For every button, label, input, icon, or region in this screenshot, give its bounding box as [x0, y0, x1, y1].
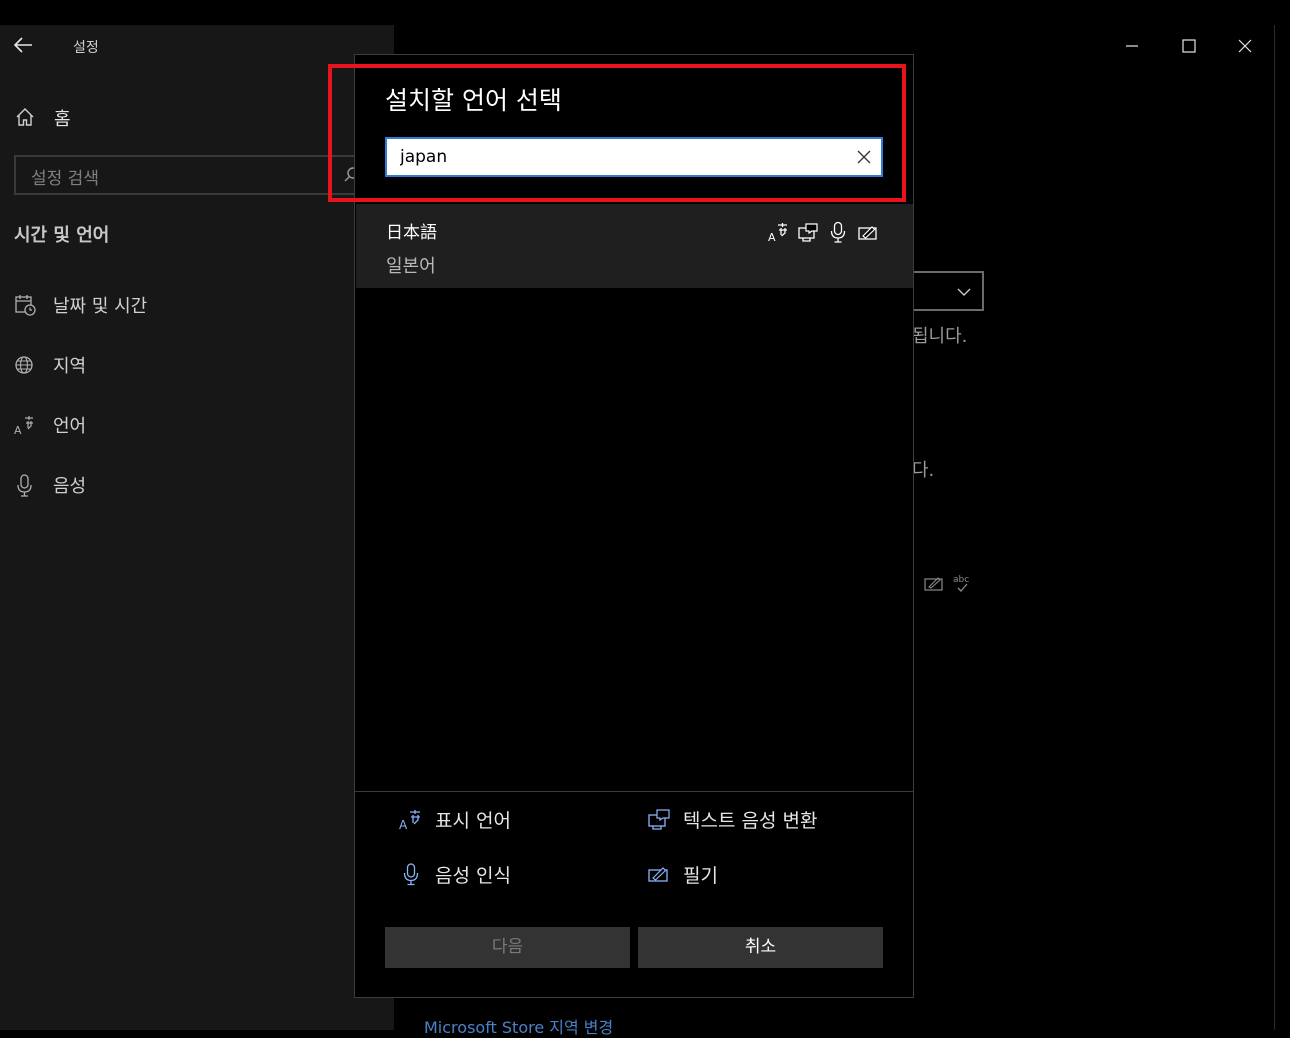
legend-label: 텍스트 음성 변환: [683, 810, 818, 832]
svg-text:A: A: [14, 424, 22, 437]
language-search-box[interactable]: [385, 137, 883, 177]
close-icon: [1238, 39, 1252, 53]
microphone-icon: [17, 474, 32, 497]
language-search-input[interactable]: [400, 145, 840, 169]
display-language-icon: A: [399, 810, 420, 831]
minimize-icon: [1126, 45, 1138, 47]
back-arrow-icon: [13, 37, 32, 53]
app-title: 설정: [73, 40, 99, 56]
legend-divider: [355, 791, 913, 792]
legend-label: 음성 인식: [435, 865, 511, 887]
clear-icon[interactable]: [857, 150, 871, 164]
language-icon: A: [14, 416, 33, 437]
background-text: 됩니다.: [912, 326, 968, 347]
sidebar-item-date-time[interactable]: 날짜 및 시간: [14, 291, 374, 321]
store-region-link[interactable]: Microsoft Store 지역 변경: [424, 1014, 613, 1038]
sidebar-item-label: 언어: [53, 416, 87, 437]
sidebar-item-language[interactable]: A 언어: [14, 411, 374, 441]
window-border: [1274, 25, 1275, 1030]
text-to-speech-icon: [798, 223, 818, 242]
maximize-button[interactable]: [1175, 33, 1203, 59]
calendar-clock-icon: [15, 295, 36, 316]
background-text: 다.: [912, 460, 935, 481]
section-title: 시간 및 언어: [14, 225, 110, 246]
dialog-title: 설치할 언어 선택: [385, 86, 562, 115]
home-label: 홈: [54, 109, 71, 130]
sidebar-item-label: 날짜 및 시간: [53, 296, 148, 317]
speech-recognition-icon: [403, 863, 419, 886]
maximize-icon: [1182, 39, 1196, 53]
language-localized-name: 일본어: [386, 256, 436, 277]
text-to-speech-icon: [648, 809, 670, 830]
language-native-name: 日本語: [386, 223, 437, 243]
handwriting-icon: [858, 226, 877, 240]
background-dropdown[interactable]: [912, 271, 984, 311]
sidebar-item-region[interactable]: 지역: [14, 351, 374, 381]
svg-text:A: A: [768, 231, 776, 243]
settings-search-input[interactable]: 설정 검색: [14, 155, 394, 195]
language-picker-dialog: 설치할 언어 선택 日本語 일본어 A A: [354, 54, 914, 998]
cancel-button[interactable]: 취소: [638, 927, 883, 968]
home-icon: [16, 108, 34, 126]
minimize-button[interactable]: [1118, 33, 1146, 59]
legend-label: 표시 언어: [435, 810, 511, 832]
display-language-icon: A: [768, 223, 787, 243]
handwriting-icon: [648, 867, 668, 882]
svg-text:abc: abc: [953, 575, 969, 585]
speech-recognition-icon: [830, 221, 846, 243]
chevron-down-icon: [957, 288, 971, 296]
svg-text:A: A: [399, 818, 408, 831]
title-bar-background: [0, 0, 1290, 25]
back-button[interactable]: [10, 33, 38, 57]
sidebar-item-speech[interactable]: 음성: [14, 471, 374, 501]
settings-search-placeholder: 설정 검색: [31, 169, 99, 189]
spell-check-icon: abc: [953, 575, 969, 592]
sidebar-item-label: 음성: [53, 476, 87, 497]
legend-label: 필기: [683, 865, 718, 887]
next-button[interactable]: 다음: [385, 927, 630, 968]
language-result-item[interactable]: 日本語 일본어 A: [356, 204, 913, 288]
handwriting-icon: [924, 577, 943, 591]
close-button[interactable]: [1231, 33, 1259, 59]
globe-icon: [15, 356, 33, 374]
sidebar-item-label: 지역: [53, 356, 87, 377]
